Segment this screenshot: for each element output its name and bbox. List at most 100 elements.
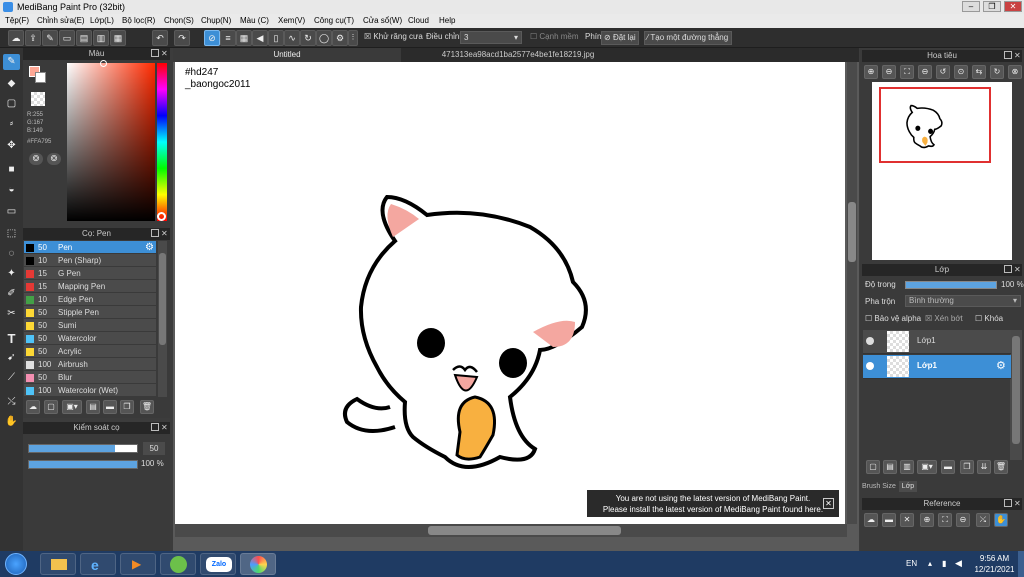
ref-zoom-in-icon[interactable]: ⊕ xyxy=(920,513,934,527)
brush-file-icon[interactable]: ▤ xyxy=(86,400,100,414)
select-pen-tool-icon[interactable]: ✐ xyxy=(3,286,20,302)
vertical-scroll-thumb[interactable] xyxy=(848,202,856,262)
bucket-tool-icon[interactable]: ◒ xyxy=(3,182,20,198)
eye-icon[interactable] xyxy=(866,362,874,370)
brush-row[interactable]: 50 Stipple Pen xyxy=(24,306,156,319)
brush-row[interactable]: 10 Pen (Sharp) xyxy=(24,254,156,267)
redo-icon[interactable]: ↷ xyxy=(174,30,190,46)
move-tool-icon[interactable]: ✥ xyxy=(3,138,20,154)
delete-brush-icon[interactable]: 🗑 xyxy=(140,400,154,414)
new-halftone-layer-icon[interactable]: ▤ xyxy=(883,460,897,474)
snap-settings-icon[interactable]: ⚙ xyxy=(332,30,348,46)
rect-select-tool-icon[interactable]: ▢ xyxy=(3,96,20,112)
new-layer-icon[interactable]: ▢ xyxy=(866,460,880,474)
undock-icon[interactable] xyxy=(151,423,159,431)
zoom-out-icon[interactable]: ⊖ xyxy=(882,65,896,79)
snap-vanish-icon[interactable]: ↻ xyxy=(300,30,316,46)
saturation-value-picker[interactable] xyxy=(67,63,155,221)
cloud-brush-icon[interactable]: ☁ xyxy=(26,400,40,414)
hue-handle[interactable] xyxy=(157,212,166,221)
network-icon[interactable]: ▮ xyxy=(942,559,946,568)
ref-eyedropper-icon[interactable]: ⤯ xyxy=(976,513,990,527)
add-brush-icon[interactable]: ▣▾ xyxy=(62,400,82,414)
brush-row[interactable]: 15 Mapping Pen xyxy=(24,280,156,293)
layer-row[interactable]: Lớp1 xyxy=(863,330,1011,354)
zoom-minus-icon[interactable]: ⊖ xyxy=(918,65,932,79)
brush-row[interactable]: 50 Watercolor xyxy=(24,332,156,345)
select-tool-icon[interactable]: ⬚ xyxy=(3,226,20,242)
notice-close-icon[interactable]: ✕ xyxy=(823,498,834,509)
menu-color[interactable]: Màu (C) xyxy=(240,14,269,28)
eraser-tool-icon[interactable]: ◆ xyxy=(3,76,20,92)
rotate-left-icon[interactable]: ↺ xyxy=(936,65,950,79)
language-indicator[interactable]: EN xyxy=(906,559,917,568)
scroll-thumb[interactable] xyxy=(159,253,166,345)
grid-icon[interactable]: ▦ xyxy=(110,30,126,46)
canvas-vertical-scrollbar[interactable] xyxy=(847,62,857,524)
hand-tool-icon[interactable]: ✋ xyxy=(3,414,20,430)
clipping-checkbox[interactable]: ☒ Xén bớt xyxy=(925,314,963,323)
lasso-tool-icon[interactable]: ◌ xyxy=(3,246,20,262)
snap-perspective-icon[interactable]: ◀ xyxy=(252,30,268,46)
new-8bit-layer-icon[interactable]: ▥ xyxy=(900,460,914,474)
drawing-canvas[interactable]: #hd247 _baongoc2011 xyxy=(175,62,845,524)
chat-icon[interactable]: ▭ xyxy=(59,30,75,46)
add-layer-menu-icon[interactable]: ▣▾ xyxy=(917,460,937,474)
ref-hand-icon[interactable]: ✋ xyxy=(994,513,1008,527)
reset-view-icon[interactable]: ⊗ xyxy=(1008,65,1022,79)
color-history-icon[interactable]: ❂ xyxy=(47,153,61,165)
dot-tool-icon[interactable]: ⸗ xyxy=(3,116,20,132)
snap-parallel-icon[interactable]: ≡ xyxy=(220,30,236,46)
brush-row[interactable]: 50 Pen ⚙ xyxy=(24,241,156,254)
edge-checkbox[interactable]: ☐ Cạnh mềm xyxy=(530,32,579,41)
open-reference-icon[interactable]: ☁ xyxy=(864,513,878,527)
pen-tool-icon[interactable]: ✎ xyxy=(3,54,20,70)
duplicate-layer-icon[interactable]: ❐ xyxy=(960,460,974,474)
menu-filter[interactable]: Bộ lọc(R) xyxy=(122,14,155,28)
tab-brush-size[interactable]: Brush Size xyxy=(862,481,898,492)
divide-tool-icon[interactable]: ⟋ xyxy=(3,370,20,386)
explorer-taskbar-icon[interactable] xyxy=(40,553,76,575)
palette-icon[interactable]: ❂ xyxy=(29,153,43,165)
flip-icon[interactable]: ⇆ xyxy=(972,65,986,79)
brush-row[interactable]: 50 Sumi xyxy=(24,319,156,332)
update-notice[interactable]: You are not using the latest version of … xyxy=(587,490,839,517)
brush-row[interactable]: 100 Airbrush xyxy=(24,358,156,371)
ie-taskbar-icon[interactable]: e xyxy=(80,553,116,575)
ref-zoom-out-icon[interactable]: ⊖ xyxy=(956,513,970,527)
navigator-preview[interactable] xyxy=(872,82,1012,260)
close-icon[interactable]: ✕ xyxy=(1014,498,1021,510)
sv-picker-handle[interactable] xyxy=(100,60,107,67)
layer-opacity-slider[interactable] xyxy=(905,281,997,289)
adjust-select[interactable]: 3 ▾ xyxy=(460,31,522,44)
size-value[interactable]: 50 xyxy=(143,442,165,455)
share-icon[interactable]: ⇪ xyxy=(25,30,41,46)
brush-list-scrollbar[interactable] xyxy=(158,241,167,397)
snap-circle-icon[interactable]: ◯ xyxy=(316,30,332,46)
antialias-checkbox[interactable]: ☒ Khử răng cưa xyxy=(364,32,423,41)
snap-curve-icon[interactable]: ∿ xyxy=(284,30,300,46)
close-icon[interactable]: ✕ xyxy=(161,228,168,240)
zalo-taskbar-icon[interactable]: Zalo xyxy=(200,553,236,575)
undock-icon[interactable] xyxy=(151,49,159,57)
secondary-color-swatch[interactable] xyxy=(35,72,46,83)
snap-grid-icon[interactable]: ▦ xyxy=(236,30,252,46)
brush-row[interactable]: 50 Acrylic xyxy=(24,345,156,358)
brush-folder-icon[interactable]: ▬ xyxy=(103,400,117,414)
menu-view[interactable]: Xem(V) xyxy=(278,14,305,28)
clock[interactable]: 9:56 AM 12/21/2021 xyxy=(972,553,1017,575)
layer-scroll-thumb[interactable] xyxy=(1012,336,1020,444)
transparent-swatch[interactable] xyxy=(31,92,45,106)
straight-line-button[interactable]: ⁄ Tạo một đường thẳng xyxy=(644,31,732,45)
menu-help[interactable]: Help xyxy=(439,14,455,28)
brush-row[interactable]: 15 G Pen xyxy=(24,267,156,280)
tab-untitled[interactable]: Untitled xyxy=(173,48,401,62)
rotate-right-icon[interactable]: ↻ xyxy=(990,65,1004,79)
gear-icon[interactable]: ⚙ xyxy=(996,359,1006,372)
snap-radial-icon[interactable]: ▯ xyxy=(268,30,284,46)
operation-tool-icon[interactable]: ➹ xyxy=(3,350,20,366)
opacity-slider[interactable] xyxy=(28,460,138,469)
film-icon[interactable]: ▤ xyxy=(76,30,92,46)
close-icon[interactable]: ✕ xyxy=(161,422,168,434)
close-button[interactable]: ✕ xyxy=(1004,1,1022,12)
